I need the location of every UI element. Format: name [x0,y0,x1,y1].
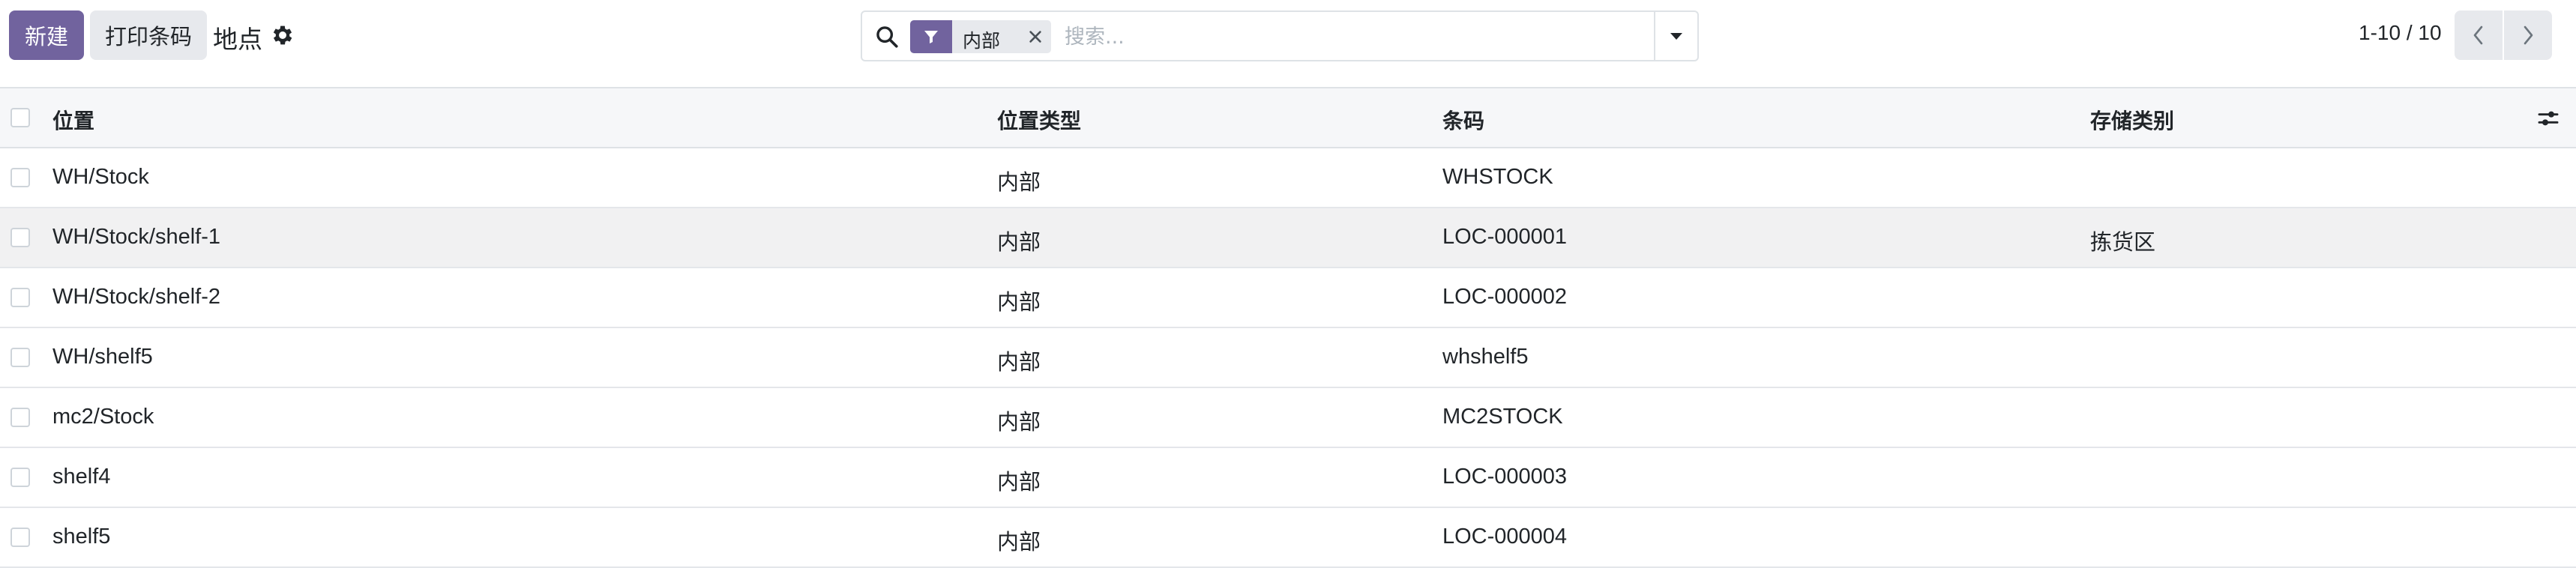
search-input[interactable] [1063,19,1610,54]
table-row[interactable]: WH/Stock 内部 WHSTOCK [0,148,2576,208]
cell-location: shelf4 [52,465,111,489]
close-icon[interactable] [1023,23,1048,50]
cell-location: WH/Stock/shelf-1 [52,225,220,249]
cell-barcode: LOC-000002 [1442,285,1568,309]
page-title: 地点 [213,25,262,54]
search-icon [876,26,898,48]
chevron-right-icon[interactable] [2504,10,2552,60]
cell-storage-category: 拣货区 [2090,229,2156,255]
filter-icon [910,20,952,53]
cell-location: WH/Stock [52,165,149,189]
cell-location-type: 内部 [997,529,1041,555]
table-row[interactable]: WH/Stock/shelf-1 内部 LOC-000001 拣货区 [0,208,2576,268]
cell-barcode: LOC-000003 [1442,465,1568,489]
print-barcode-button[interactable]: 打印条码 [90,10,207,60]
cell-barcode: LOC-000001 [1442,225,1568,249]
pager-value[interactable]: 1-10 / 10 [2359,21,2442,45]
cell-location-type: 内部 [997,349,1041,375]
table-row[interactable]: WH/shelf5 内部 whshelf5 [0,328,2576,388]
row-checkbox[interactable] [10,228,30,247]
cell-location: mc2/Stock [52,405,154,429]
cell-barcode: whshelf5 [1442,345,1529,369]
column-header-barcode[interactable]: 条码 [1442,105,1484,135]
cell-barcode: MC2STOCK [1442,405,1563,429]
row-checkbox[interactable] [10,348,30,367]
select-all-checkbox[interactable] [10,108,30,127]
cell-location-type: 内部 [997,409,1041,435]
facet-label: 内部 [963,30,1001,52]
row-checkbox[interactable] [10,528,30,547]
new-button[interactable]: 新建 [9,10,84,60]
list-table: 位置 位置类型 条码 存储类别 WH/Stock 内部 WHSTOCK WH/S… [0,87,2576,568]
row-checkbox[interactable] [10,288,30,307]
row-checkbox[interactable] [10,408,30,427]
column-header-location[interactable]: 位置 [52,105,94,135]
cell-barcode: LOC-000004 [1442,525,1568,549]
search-facet: 内部 [910,20,1051,53]
cell-location: WH/Stock/shelf-2 [52,285,220,309]
search-panel: 内部 [861,10,1699,61]
table-row[interactable]: shelf5 内部 LOC-000004 [0,508,2576,568]
cell-location: WH/shelf5 [52,345,153,369]
caret-down-icon[interactable] [1655,12,1697,60]
table-row[interactable]: mc2/Stock 内部 MC2STOCK [0,388,2576,448]
chevron-left-icon[interactable] [2455,10,2503,60]
control-panel: 新建 打印条码 地点 内部 搜索... 1-10 / 10 [0,0,2576,87]
row-checkbox[interactable] [10,468,30,487]
cell-location-type: 内部 [997,469,1041,495]
cell-location: shelf5 [52,525,111,549]
row-checkbox[interactable] [10,168,30,187]
cell-location-type: 内部 [997,289,1041,315]
cell-barcode: WHSTOCK [1442,165,1553,189]
gear-icon[interactable] [270,22,295,48]
table-row[interactable]: WH/Stock/shelf-2 内部 LOC-000002 [0,268,2576,328]
table-header: 位置 位置类型 条码 存储类别 [0,87,2576,148]
cell-location-type: 内部 [997,169,1041,195]
column-header-storage-category[interactable]: 存储类别 [2090,105,2174,135]
column-header-location-type[interactable]: 位置类型 [997,105,1081,135]
cell-location-type: 内部 [997,229,1041,255]
sliders-icon[interactable] [2536,106,2561,130]
table-row[interactable]: shelf4 内部 LOC-000003 [0,448,2576,508]
